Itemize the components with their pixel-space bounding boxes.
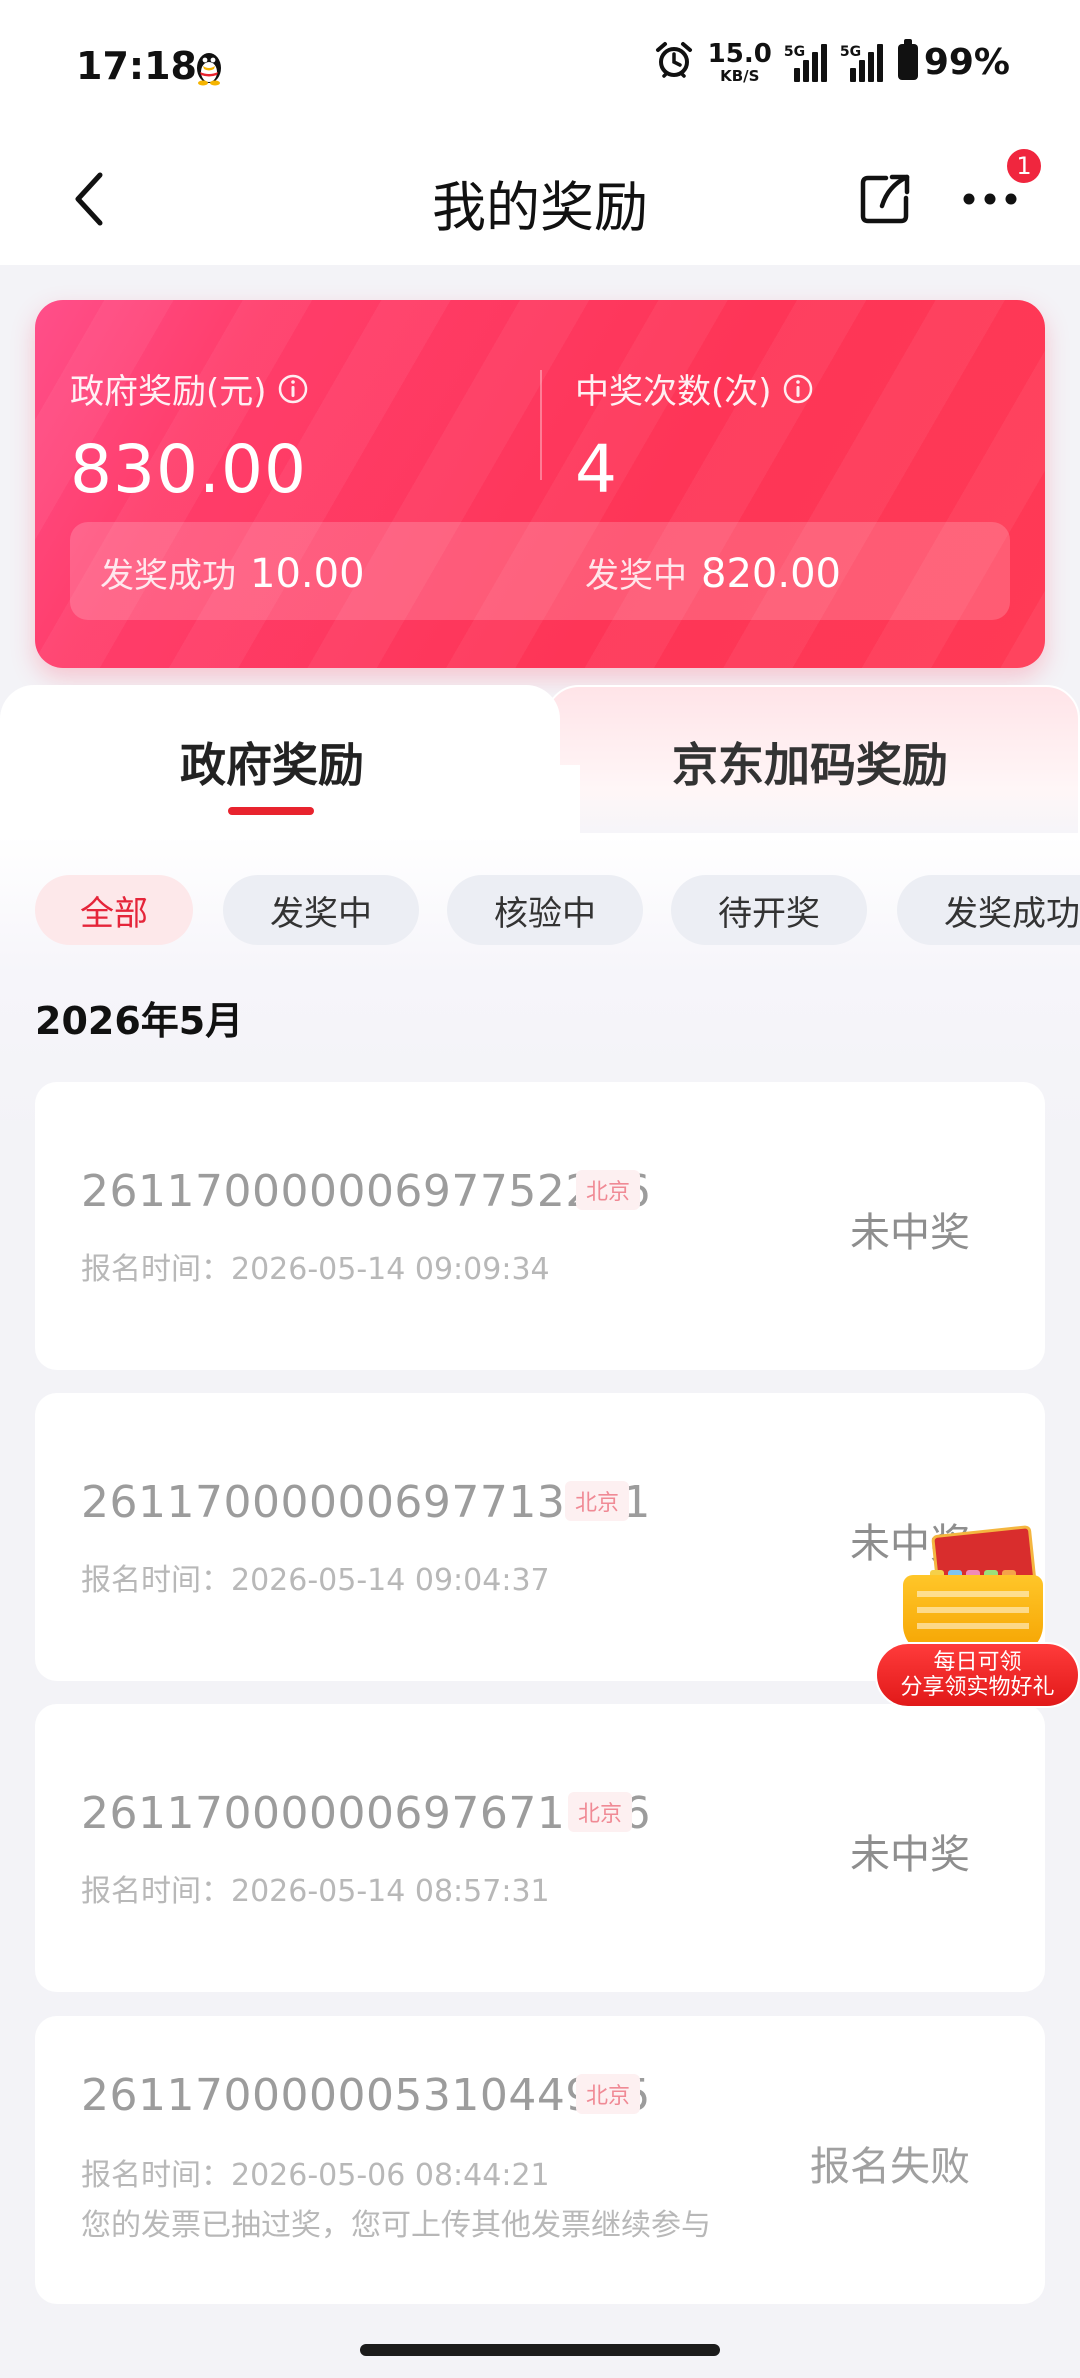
page: 17:18 15.0 KB/S 5G 5G 99% 我的奖励 1 政府奖励(元)… bbox=[0, 0, 1080, 2378]
paying-label: 发奖中 bbox=[585, 556, 687, 596]
share-button[interactable] bbox=[845, 159, 925, 239]
record-note: 您的发票已抽过奖，您可上传其他发票继续参与 bbox=[81, 2208, 711, 2243]
invoice-id: 26117000000697671776 bbox=[81, 1788, 651, 1839]
signal-strength-icon: 5G bbox=[839, 42, 884, 82]
paying-value: 820.00 bbox=[701, 551, 841, 597]
gov-reward-label-row: 政府奖励(元) bbox=[70, 364, 309, 413]
battery-indicator: 99% bbox=[897, 39, 1010, 83]
record-status: 未中奖 bbox=[850, 1210, 970, 1256]
invoice-id: 26117000000697752256 bbox=[81, 1166, 651, 1217]
network-speed-unit: KB/S bbox=[720, 66, 760, 85]
notification-badge: 1 bbox=[1004, 146, 1044, 186]
info-icon[interactable] bbox=[782, 373, 814, 405]
region-tag: 北京 bbox=[576, 1170, 641, 1210]
nav-bar: 我的奖励 bbox=[0, 135, 1080, 265]
info-icon[interactable] bbox=[277, 373, 309, 405]
win-count-label-row: 中奖次数(次) bbox=[575, 364, 814, 413]
qq-penguin-icon bbox=[192, 48, 226, 86]
share-icon bbox=[860, 174, 910, 224]
paying-amount: 发奖中 820.00 bbox=[585, 548, 841, 597]
alarm-icon bbox=[654, 40, 694, 84]
signup-time: 报名时间：2026-05-14 09:09:34 bbox=[81, 1252, 550, 1287]
month-header: 2026年5月 bbox=[35, 999, 244, 1043]
record-status: 报名失败 bbox=[810, 2144, 970, 2190]
paid-label: 发奖成功 bbox=[100, 556, 236, 596]
signup-time: 报名时间：2026-05-14 08:57:31 bbox=[81, 1874, 550, 1909]
region-tag: 北京 bbox=[568, 1792, 633, 1832]
signal-strength-icon: 5G bbox=[783, 42, 828, 82]
network-speed-value: 15.0 bbox=[707, 38, 772, 69]
status-indicators: 15.0 KB/S 5G 5G 99% bbox=[654, 39, 1010, 84]
divider bbox=[540, 370, 542, 480]
filter-chip-paying[interactable]: 发奖中 bbox=[223, 875, 419, 945]
paid-amount: 发奖成功 10.00 bbox=[100, 548, 365, 597]
home-indicator[interactable] bbox=[360, 2344, 720, 2356]
signal-type-label: 5G bbox=[839, 44, 862, 60]
invoice-id: 26117000000531044905 bbox=[81, 2070, 651, 2121]
region-tag: 北京 bbox=[565, 1481, 630, 1521]
promo-label: 每日可领 分享领实物好礼 bbox=[875, 1642, 1080, 1708]
filter-chip-pending-draw[interactable]: 待开奖 bbox=[671, 875, 867, 945]
filter-chip-all[interactable]: 全部 bbox=[35, 875, 193, 945]
payout-breakdown: 发奖成功 10.00 发奖中 820.00 bbox=[70, 522, 1010, 620]
signup-time: 报名时间：2026-05-14 09:04:37 bbox=[81, 1563, 550, 1598]
tab-gov-reward-label[interactable]: 政府奖励 bbox=[180, 729, 364, 795]
filter-chip-verifying[interactable]: 核验中 bbox=[447, 875, 643, 945]
tab-jd-bonus-label[interactable]: 京东加码奖励 bbox=[672, 729, 948, 795]
win-count-label: 中奖次数(次) bbox=[575, 372, 772, 412]
status-time: 17:18 bbox=[76, 44, 197, 88]
reward-record[interactable]: 26117000000697671776 北京 报名时间：2026-05-14 … bbox=[35, 1704, 1045, 1992]
reward-summary-card: 政府奖励(元) 830.00 中奖次数(次) 4 发奖成功 10.00 发奖中 … bbox=[35, 300, 1045, 668]
battery-icon bbox=[897, 39, 918, 80]
record-status: 未中奖 bbox=[850, 1832, 970, 1878]
promo-line2: 分享领实物好礼 bbox=[900, 1675, 1055, 1700]
more-dots-icon bbox=[963, 193, 1017, 205]
paid-value: 10.00 bbox=[250, 551, 365, 597]
battery-percent: 99% bbox=[923, 41, 1010, 83]
active-tab-indicator bbox=[228, 807, 314, 815]
win-count-value: 4 bbox=[575, 431, 618, 508]
filter-chip-paid[interactable]: 发奖成功 bbox=[897, 875, 1080, 945]
promo-line1: 每日可领 bbox=[933, 1649, 1022, 1675]
status-filter-chips: 全部 发奖中 核验中 待开奖 发奖成功 bbox=[35, 875, 1080, 945]
signal-type-label: 5G bbox=[783, 44, 806, 60]
win-count-stat: 中奖次数(次) 4 bbox=[575, 364, 814, 508]
reward-record[interactable]: 26117000000531044905 北京 报名时间：2026-05-06 … bbox=[35, 2016, 1045, 2304]
gov-reward-stat: 政府奖励(元) 830.00 bbox=[70, 364, 309, 508]
gov-reward-label: 政府奖励(元) bbox=[70, 372, 267, 412]
reward-record[interactable]: 26117000000697752256 北京 报名时间：2026-05-14 … bbox=[35, 1082, 1045, 1370]
network-speed: 15.0 KB/S bbox=[708, 41, 772, 84]
region-tag: 北京 bbox=[576, 2074, 641, 2114]
gov-reward-value: 830.00 bbox=[70, 431, 307, 508]
daily-gift-promo[interactable]: 每日可领 分享领实物好礼 bbox=[875, 1524, 1080, 1710]
status-bar: 17:18 15.0 KB/S 5G 5G 99% bbox=[0, 0, 1080, 135]
reward-tabs: 政府奖励 京东加码奖励 bbox=[0, 685, 1080, 835]
signup-time: 报名时间：2026-05-06 08:44:21 bbox=[81, 2158, 550, 2193]
